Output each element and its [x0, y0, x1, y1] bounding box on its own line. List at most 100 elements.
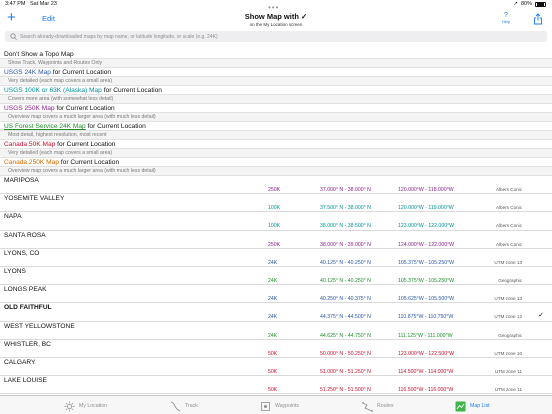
map-option-highlight: USGS 250K Map: [4, 105, 55, 112]
share-icon[interactable]: [533, 13, 543, 25]
tab-bar: My Location Track Waypoints Routes Map L…: [0, 395, 552, 414]
map-longitude-range: 110.875°W - 110.750°W: [398, 314, 454, 321]
map-row[interactable]: LAKE LOUISE 50K 51.250° N - 51.500° N 116.5…: [0, 376, 552, 395]
map-name: YOSEMITE VALLEY: [4, 195, 65, 203]
map-option-description: Very detailed (each map covers a small a…: [0, 149, 552, 158]
map-latitude-range: 37.500° N - 38.000° N: [320, 205, 371, 212]
map-option-title: Canada 250K Map for Current Location: [4, 158, 552, 167]
tab-label: Waypoints: [275, 403, 300, 409]
map-latitude-range: 38.000° N - 39.000° N: [320, 241, 371, 248]
map-name: LYONS: [4, 267, 26, 275]
map-longitude-range: 114.500°W - 114.000°W: [398, 368, 454, 375]
map-option-row[interactable]: US Forest Service 24K Map for Current Lo…: [0, 122, 552, 131]
map-name: SANTA ROSA: [4, 231, 46, 239]
map-row[interactable]: YOSEMITE VALLEY 100K 37.500° N - 38.000° N…: [0, 194, 552, 213]
map-projection: Geographic: [498, 332, 522, 338]
battery-icon: [535, 1, 546, 7]
tab-my-location[interactable]: My Location: [64, 399, 107, 413]
tab-label: My Location: [79, 403, 107, 409]
search-input[interactable]: [20, 31, 540, 42]
map-name: WEST YELLOWSTONE: [4, 322, 75, 330]
map-row[interactable]: LONGS PEAK 24K 40.250° N - 40.375° N 105.62…: [0, 285, 552, 304]
map-projection: UTM zone 11: [494, 368, 522, 374]
map-option-description-text: Show Track, Waypoints and Routes Only: [8, 60, 103, 66]
routes-icon: [362, 401, 373, 412]
map-option-row[interactable]: USGS 24K Map for Current Location: [0, 68, 552, 77]
map-row[interactable]: LYONS, CO 24K 40.125° N - 40.250° N 105.375…: [0, 248, 552, 267]
status-time: 3:47 PM: [5, 1, 26, 7]
map-name: LYONS, CO: [4, 249, 40, 257]
map-latitude-range: 38.000° N - 38.500° N: [320, 223, 371, 230]
map-scale: 250K: [268, 187, 281, 193]
map-scale: 50K: [268, 368, 278, 375]
map-option-description: Show Track, Waypoints and Routes Only: [0, 59, 552, 68]
map-projection: Albers Conic: [495, 187, 522, 192]
map-scale: 24K: [268, 332, 278, 339]
map-longitude-range: 116.500°W - 116.000°W: [398, 387, 454, 394]
status-date: Sat Mar 23: [30, 1, 57, 7]
map-option-description-text: Most detail, highest resolution, most re…: [8, 132, 107, 138]
map-row[interactable]: SANTA ROSA 250K 38.000° N - 39.000° N 124.0…: [0, 230, 552, 249]
map-longitude-range: 105.375°W - 105.250°W: [398, 277, 455, 284]
map-longitude-range: 124.000°W - 122.000°W: [398, 241, 455, 248]
map-option-suffix: for Current Location: [59, 159, 120, 166]
map-option-title: US Forest Service 24K Map for Current Lo…: [4, 122, 552, 131]
map-longitude-range: 105.625°W - 105.500°W: [398, 296, 455, 303]
tab-label: Track: [185, 403, 198, 409]
map-option-row[interactable]: USGS 100K or 63K (Alaska) Map for Curren…: [0, 86, 552, 95]
checkmark-icon: ✓: [538, 312, 544, 320]
map-latitude-range: 51.000° N - 51.250° N: [320, 368, 371, 375]
map-option-row[interactable]: Canada 50K Map for Current Location: [0, 140, 552, 149]
map-scale: 24K: [268, 296, 278, 303]
map-scale: 100K: [268, 223, 281, 230]
sun-icon: [64, 401, 75, 411]
map-row[interactable]: OLD FAITHFUL 24K 44.375° N - 44.500° N 110.…: [0, 303, 552, 322]
tab-waypoints[interactable]: Waypoints: [260, 399, 299, 413]
map-longitude-range: 105.375°W - 105.250°W: [398, 259, 455, 266]
map-latitude-range: 40.125° N - 40.250° N: [320, 259, 371, 266]
search-bar: [5, 31, 547, 42]
tab-routes[interactable]: Routes: [362, 399, 393, 413]
map-option-suffix: for Current Location: [85, 123, 146, 130]
map-option-title: Canada 50K Map for Current Location: [4, 140, 552, 149]
map-row[interactable]: NAPA 100K 38.000° N - 38.500° N 123.000°W -…: [0, 212, 552, 231]
map-option-row[interactable]: Canada 250K Map for Current Location: [0, 158, 552, 167]
tab-label: Map List: [470, 403, 490, 409]
map-name: NAPA: [4, 213, 22, 221]
map-row[interactable]: MARIPOSA 250K 37.000° N - 38.000° N 120.000…: [0, 176, 552, 195]
waypoint-icon: [261, 401, 270, 411]
map-option-suffix: for Current Location: [50, 69, 112, 76]
map-option-highlight: Canada 50K Map: [4, 141, 56, 148]
map-scale: 50K: [268, 350, 278, 357]
map-row[interactable]: WEST YELLOWSTONE 24K 44.625° N - 44.750° N…: [0, 321, 552, 340]
map-option-description-text: Very detailed (each map covers a small a…: [8, 150, 113, 156]
map-option-row[interactable]: Don't Show a Topo Map: [0, 50, 552, 59]
downloaded-maps-section: MARIPOSA 250K 37.000° N - 38.000° N 120.000…: [0, 176, 552, 395]
map-longitude-range: 111.125°W - 111.000°W: [398, 332, 453, 339]
map-option-description-text: Overview map covers a much larger area (…: [8, 168, 156, 174]
map-name: MARIPOSA: [4, 177, 39, 184]
tab-map-list[interactable]: Map List: [455, 399, 490, 413]
map-row[interactable]: CALGARY 50K 51.000° N - 51.250° N 114.500°W…: [0, 357, 552, 377]
map-name: LAKE LOUISE: [4, 377, 47, 385]
map-row[interactable]: WHISTLER, BC 50K 50.000° N - 50.250° N 123.…: [0, 339, 552, 358]
map-list-icon: [455, 401, 466, 411]
map-option-description: Overview map covers a much larger area (…: [0, 167, 552, 176]
map-name: LONGS PEAK: [4, 286, 47, 294]
map-option-row[interactable]: USGS 250K Map for Current Location: [0, 104, 552, 113]
map-latitude-range: 50.000° N - 50.250° N: [320, 350, 371, 357]
map-scale: 250K: [268, 241, 281, 248]
map-option-description: Most detail, highest resolution, most re…: [0, 131, 552, 140]
map-name: CALGARY: [4, 358, 36, 366]
tab-track[interactable]: Track: [170, 399, 198, 413]
map-scale: 50K: [268, 387, 278, 394]
map-projection: UTM zone 13: [494, 296, 522, 302]
map-row[interactable]: LYONS 24K 40.125° N - 40.250° N 105.375°W -…: [0, 266, 552, 286]
tab-label: Routes: [377, 403, 394, 409]
map-projection: Albers Conic: [495, 223, 522, 229]
help-button[interactable]: ? Help: [498, 12, 514, 24]
map-latitude-range: 44.375° N - 44.500° N: [320, 314, 371, 321]
map-name: OLD FAITHFUL: [4, 304, 52, 312]
map-longitude-range: 120.000°W - 119.000°W: [398, 205, 454, 212]
map-projection: Geographic: [498, 277, 522, 283]
